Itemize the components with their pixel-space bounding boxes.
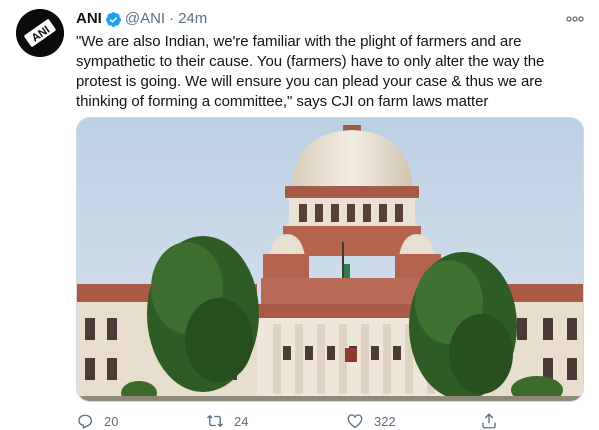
tweet-media-photo[interactable] xyxy=(76,117,584,402)
ani-logo-icon: ANI xyxy=(16,9,64,57)
share-button[interactable] xyxy=(480,412,508,430)
user-handle[interactable]: @ANI xyxy=(125,10,165,28)
reply-count: 20 xyxy=(104,413,119,429)
like-button[interactable]: 322 xyxy=(346,412,396,430)
supreme-court-building-photo xyxy=(77,118,583,401)
retweet-button[interactable]: 24 xyxy=(206,412,248,430)
tweet-header: ANI @ANI · 24m xyxy=(76,10,207,28)
tweet-text: "We are also Indian, we're familiar with… xyxy=(76,33,545,110)
retweet-icon xyxy=(207,414,223,428)
share-icon xyxy=(482,413,496,429)
tweet-card[interactable]: ANI ANI @ANI · 24m "We are also Indian, … xyxy=(0,0,599,430)
separator-dot: · xyxy=(169,10,175,27)
heart-icon xyxy=(347,414,363,429)
reply-button[interactable]: 20 xyxy=(76,412,118,430)
verified-badge-icon xyxy=(105,11,122,28)
avatar[interactable]: ANI xyxy=(16,9,64,57)
reply-icon xyxy=(78,414,93,429)
retweet-count: 24 xyxy=(234,413,249,429)
tweet-actions: 20 24 322 xyxy=(76,412,496,430)
display-name[interactable]: ANI xyxy=(76,10,102,28)
like-count: 322 xyxy=(374,413,396,429)
timestamp[interactable]: 24m xyxy=(178,10,207,28)
more-options-icon[interactable] xyxy=(565,12,585,26)
